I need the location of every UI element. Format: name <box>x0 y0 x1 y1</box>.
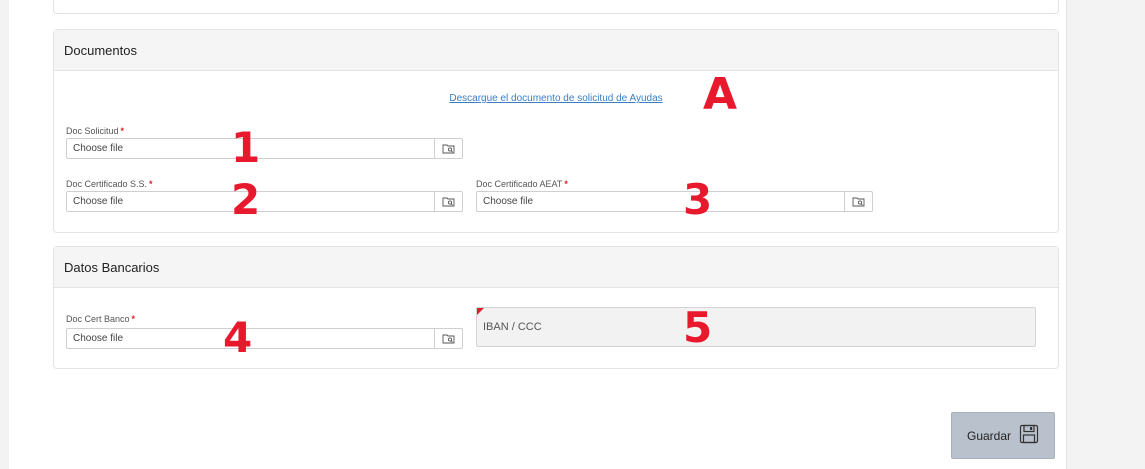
cert-ss-label: Doc Certificado S.S. * <box>66 179 153 189</box>
folder-search-icon[interactable] <box>844 192 872 211</box>
left-gutter <box>0 0 9 469</box>
required-asterisk: * <box>120 126 125 136</box>
save-button[interactable]: Guardar <box>951 412 1055 459</box>
cert-aeat-file-placeholder: Choose file <box>483 196 534 207</box>
annotation-3: 3 <box>683 175 713 224</box>
annotation-1: 1 <box>231 123 261 172</box>
annotation-4: 4 <box>223 313 253 362</box>
required-asterisk: * <box>564 179 568 189</box>
download-solicitud-link[interactable]: Descargue el documento de solicitud de A… <box>54 93 1058 104</box>
documentos-title: Documentos <box>64 42 137 58</box>
cert-aeat-file-input[interactable]: Choose file <box>476 191 873 212</box>
folder-search-icon[interactable] <box>434 329 462 348</box>
required-asterisk: * <box>131 314 136 324</box>
cert-banco-file-input[interactable]: Choose file <box>66 328 463 349</box>
datos-bancarios-card: Datos Bancarios Doc Cert Banco * Choose f… <box>53 246 1059 369</box>
datos-bancarios-body: Doc Cert Banco * Choose file IBAN / CCC <box>54 288 1058 369</box>
annotation-2: 2 <box>231 175 261 224</box>
main-content: Documentos Descargue el documento de sol… <box>9 0 1067 469</box>
annotation-5: 5 <box>683 303 713 352</box>
documentos-card: Documentos Descargue el documento de sol… <box>53 29 1059 233</box>
previous-card-edge <box>53 0 1059 14</box>
documentos-header: Documentos <box>54 30 1058 71</box>
datos-bancarios-header: Datos Bancarios <box>54 247 1058 288</box>
page: Documentos Descargue el documento de sol… <box>0 0 1145 469</box>
solicitud-file-input[interactable]: Choose file <box>66 138 463 159</box>
cert-banco-label: Doc Cert Banco * <box>66 314 136 324</box>
folder-search-icon[interactable] <box>434 139 462 158</box>
datos-bancarios-title: Datos Bancarios <box>64 259 160 275</box>
right-panel <box>1080 0 1145 469</box>
required-corner-marker <box>477 308 484 315</box>
iban-input[interactable]: IBAN / CCC <box>476 307 1036 347</box>
save-button-label: Guardar <box>966 428 1012 443</box>
floppy-disk-icon <box>1019 424 1039 447</box>
cert-ss-file-input[interactable]: Choose file <box>66 191 463 212</box>
iban-placeholder: IBAN / CCC <box>483 321 542 333</box>
cert-aeat-label: Doc Certificado AEAT * <box>476 179 568 189</box>
folder-search-icon[interactable] <box>434 192 462 211</box>
documentos-body: Descargue el documento de solicitud de A… <box>54 71 1058 233</box>
annotation-a: A <box>703 69 738 120</box>
required-asterisk: * <box>149 179 153 189</box>
solicitud-label: Doc Solicitud * <box>66 126 125 136</box>
